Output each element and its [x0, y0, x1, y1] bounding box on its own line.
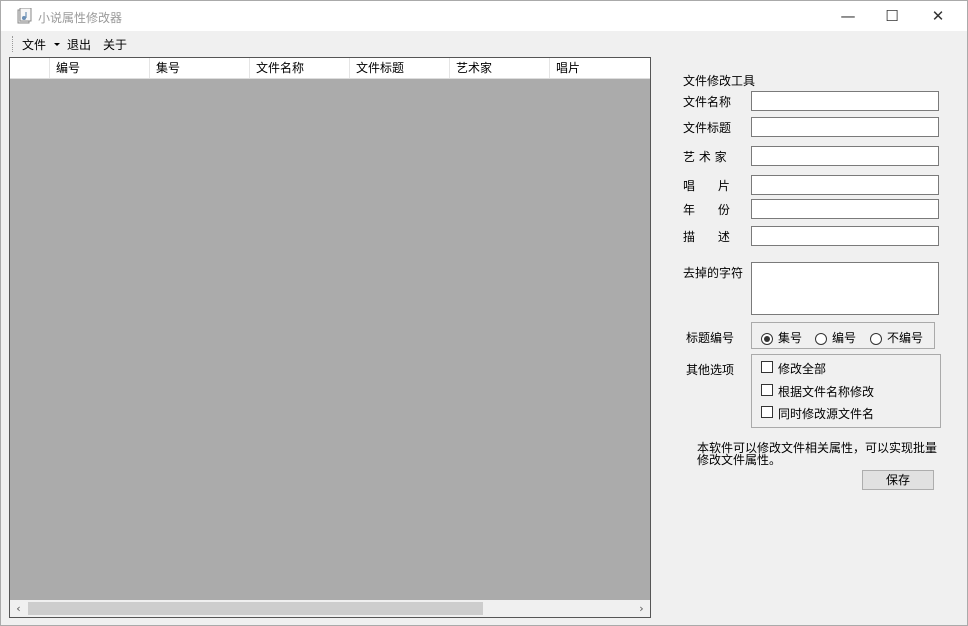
window-title: 小说属性修改器 [38, 11, 123, 25]
checkbox-by-filename-label[interactable]: 根据文件名称修改 [778, 383, 874, 400]
column-header-number[interactable]: 编号 [50, 58, 150, 78]
description-label: 描 述 [683, 230, 730, 244]
close-button[interactable]: ✕ [915, 1, 961, 31]
column-header-artist[interactable]: 艺术家 [450, 58, 550, 78]
minimize-button[interactable]: — [825, 1, 871, 31]
scroll-left-icon[interactable]: ‹ [10, 600, 27, 617]
file-grid[interactable]: 编号 集号 文件名称 文件标题 艺术家 唱片 ‹ › [9, 57, 651, 618]
radio-selected-icon [764, 336, 770, 342]
column-header-episode[interactable]: 集号 [150, 58, 250, 78]
radio-episode[interactable] [761, 333, 773, 345]
menu-file[interactable]: 文件 [22, 36, 46, 53]
file-title-label: 文件标题 [683, 121, 732, 135]
scrollbar-thumb[interactable] [28, 602, 483, 615]
menu-about[interactable]: 关于 [103, 36, 127, 53]
chevron-down-icon[interactable] [54, 43, 60, 46]
other-options-label: 其他选项 [686, 363, 735, 377]
checkbox-modify-all[interactable] [761, 361, 773, 373]
checkbox-rename-source-label[interactable]: 同时修改源文件名 [778, 405, 874, 422]
file-name-label: 文件名称 [683, 95, 732, 109]
year-input[interactable] [751, 199, 939, 219]
save-button[interactable]: 保存 [862, 470, 934, 490]
checkbox-modify-all-label[interactable]: 修改全部 [778, 360, 826, 377]
music-file-icon [17, 8, 32, 24]
app-window: 小说属性修改器 — ☐ ✕ 文件 退出 关于 编号 集号 文件名称 文件标题 艺… [0, 0, 968, 626]
toolbar-grip[interactable] [12, 36, 13, 52]
title-bar: 小说属性修改器 — ☐ ✕ [1, 1, 967, 31]
row-header-corner[interactable] [10, 58, 50, 78]
title-numbering-label: 标题编号 [686, 331, 735, 345]
radio-number-label[interactable]: 编号 [832, 329, 856, 346]
radio-number[interactable] [815, 333, 827, 345]
column-header-file-title[interactable]: 文件标题 [350, 58, 450, 78]
column-header-album[interactable]: 唱片 [550, 58, 650, 78]
horizontal-scrollbar[interactable]: ‹ › [10, 600, 650, 617]
radio-no-number-label[interactable]: 不编号 [887, 329, 923, 346]
scroll-right-icon[interactable]: › [633, 600, 650, 617]
description-input[interactable] [751, 226, 939, 246]
menu-bar: 文件 退出 关于 [1, 32, 967, 56]
file-title-input[interactable] [751, 117, 939, 137]
file-name-input[interactable] [751, 91, 939, 111]
radio-no-number[interactable] [870, 333, 882, 345]
column-header-file-name[interactable]: 文件名称 [250, 58, 350, 78]
artist-label: 艺 术 家 [683, 150, 727, 164]
checkbox-rename-source[interactable] [761, 406, 773, 418]
artist-input[interactable] [751, 146, 939, 166]
album-label: 唱 片 [683, 179, 730, 193]
remove-chars-label: 去掉的字符 [683, 266, 744, 280]
album-input[interactable] [751, 175, 939, 195]
menu-exit[interactable]: 退出 [67, 36, 91, 53]
section-title: 文件修改工具 [683, 74, 756, 88]
grid-header: 编号 集号 文件名称 文件标题 艺术家 唱片 [10, 58, 650, 79]
radio-episode-label[interactable]: 集号 [778, 329, 802, 346]
year-label: 年 份 [683, 203, 730, 217]
checkbox-by-filename[interactable] [761, 384, 773, 396]
description-text: 本软件可以修改文件相关属性，可以实现批量修改文件属性。 [697, 441, 938, 467]
maximize-button[interactable]: ☐ [869, 1, 915, 31]
remove-chars-textarea[interactable] [751, 262, 939, 315]
